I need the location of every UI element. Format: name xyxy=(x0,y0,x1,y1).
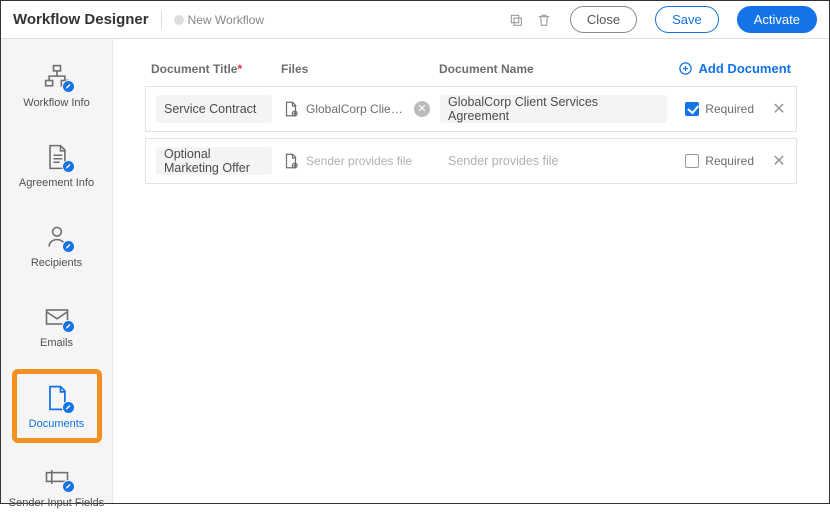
active-highlight: Documents xyxy=(12,369,102,443)
header-bar: Workflow Designer New Workflow Close Sav… xyxy=(1,1,829,39)
sidebar-item-agreement-info[interactable]: Agreement Info xyxy=(1,137,112,195)
sidebar-item-label: Emails xyxy=(40,337,73,349)
main-panel: Document Title* Files Document Name Add … xyxy=(113,39,829,503)
plus-circle-icon xyxy=(678,61,693,76)
close-button[interactable]: Close xyxy=(570,6,637,33)
sidebar: Workflow Info Agreement Info Recipients xyxy=(1,39,113,503)
required-toggle[interactable]: Required xyxy=(685,102,754,116)
workflow-name: New Workflow xyxy=(174,13,264,27)
required-label: Required xyxy=(705,102,754,116)
files-cell[interactable]: Sender provides file xyxy=(282,152,430,170)
sidebar-item-documents[interactable]: Documents xyxy=(21,384,93,430)
required-label: Required xyxy=(705,154,754,168)
files-cell[interactable]: GlobalCorp Client Servic... ✕ xyxy=(282,100,430,118)
edit-badge-icon xyxy=(62,480,75,493)
files-text: GlobalCorp Client Servic... xyxy=(306,102,408,116)
required-checkbox[interactable] xyxy=(685,154,699,168)
required-toggle[interactable]: Required xyxy=(685,154,754,168)
column-header-files: Files xyxy=(281,62,439,76)
remove-row-icon[interactable]: ✕ xyxy=(772,151,786,171)
sidebar-item-label: Sender Input Fields xyxy=(9,497,104,509)
edit-badge-icon xyxy=(62,160,75,173)
document-name-cell[interactable]: Sender provides file xyxy=(440,147,667,175)
document-name-field[interactable]: GlobalCorp Client Services Agreement xyxy=(440,95,667,123)
sidebar-item-label: Recipients xyxy=(31,257,82,269)
sidebar-item-sender-input-fields[interactable]: Sender Input Fields xyxy=(1,457,112,515)
file-add-icon xyxy=(282,100,300,118)
document-name-cell[interactable]: GlobalCorp Client Services Agreement xyxy=(440,95,667,123)
edit-badge-icon xyxy=(62,320,75,333)
edit-badge-icon xyxy=(62,80,75,93)
edit-badge-icon xyxy=(62,401,75,414)
add-document-button[interactable]: Add Document xyxy=(678,61,791,76)
document-row: Service Contract GlobalCorp Client Servic… xyxy=(145,86,797,132)
edit-badge-icon xyxy=(62,240,75,253)
save-button[interactable]: Save xyxy=(655,6,719,33)
document-title-field[interactable]: Optional Marketing Offer xyxy=(156,147,272,175)
files-text: Sender provides file xyxy=(306,154,430,168)
file-add-icon xyxy=(282,152,300,170)
table-header: Document Title* Files Document Name Add … xyxy=(145,61,797,86)
document-title-field[interactable]: Service Contract xyxy=(156,95,272,123)
app-title: Workflow Designer xyxy=(13,11,149,28)
workflow-name-text: New Workflow xyxy=(188,13,264,27)
document-name-field[interactable]: Sender provides file xyxy=(440,147,566,175)
sidebar-item-label: Documents xyxy=(29,418,85,430)
status-dot-icon xyxy=(174,15,184,25)
document-row: Optional Marketing Offer Sender provides … xyxy=(145,138,797,184)
remove-row-icon[interactable]: ✕ xyxy=(772,99,786,119)
sidebar-item-label: Workflow Info xyxy=(23,97,89,109)
sidebar-item-emails[interactable]: Emails xyxy=(1,297,112,355)
duplicate-icon[interactable] xyxy=(508,12,524,28)
divider xyxy=(161,11,162,29)
sidebar-item-workflow-info[interactable]: Workflow Info xyxy=(1,57,112,115)
add-document-label: Add Document xyxy=(699,61,791,76)
required-checkbox[interactable] xyxy=(685,102,699,116)
clear-file-icon[interactable]: ✕ xyxy=(414,101,430,117)
sidebar-item-recipients[interactable]: Recipients xyxy=(1,217,112,275)
column-header-title: Document Title* xyxy=(151,62,281,76)
sidebar-item-label: Agreement Info xyxy=(19,177,94,189)
trash-icon[interactable] xyxy=(536,12,552,28)
activate-button[interactable]: Activate xyxy=(737,6,817,33)
column-header-name: Document Name xyxy=(439,62,678,76)
